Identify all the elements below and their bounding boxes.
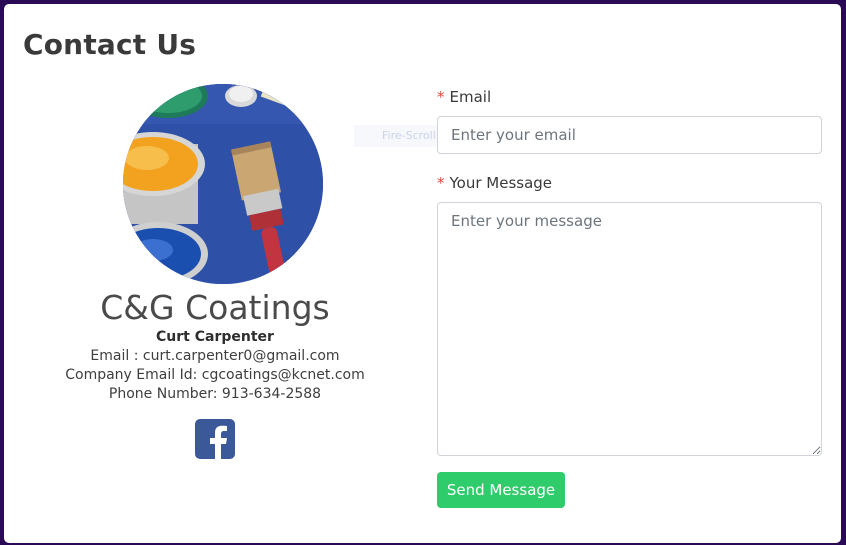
- facebook-icon[interactable]: [195, 419, 235, 459]
- email-label: * Email: [437, 88, 491, 106]
- scroll-hint: Fire-Scroll: [354, 125, 446, 147]
- message-label: * Your Message: [437, 174, 552, 192]
- company-name: C&G Coatings: [100, 288, 330, 327]
- contact-email: Email : curt.carpenter0@gmail.com: [90, 348, 340, 364]
- paint-cans-image: [123, 84, 323, 284]
- phone-number: Phone Number: 913-634-2588: [108, 386, 322, 402]
- profile-photo: [123, 84, 323, 284]
- send-message-button[interactable]: Send Message: [437, 472, 565, 508]
- page-title: Contact Us: [23, 28, 197, 61]
- message-field[interactable]: [437, 202, 822, 456]
- message-label-text: Your Message: [449, 174, 553, 192]
- required-marker: *: [437, 174, 445, 192]
- required-marker: *: [437, 88, 445, 106]
- email-label-text: Email: [449, 88, 492, 106]
- company-email: Company Email Id: cgcoatings@kcnet.com: [65, 367, 365, 383]
- email-field[interactable]: [437, 116, 822, 154]
- contact-card: Contact Us Fire-Scroll C&G Coatings Curt…: [4, 4, 841, 543]
- contact-person-name: Curt Carpenter: [156, 329, 274, 345]
